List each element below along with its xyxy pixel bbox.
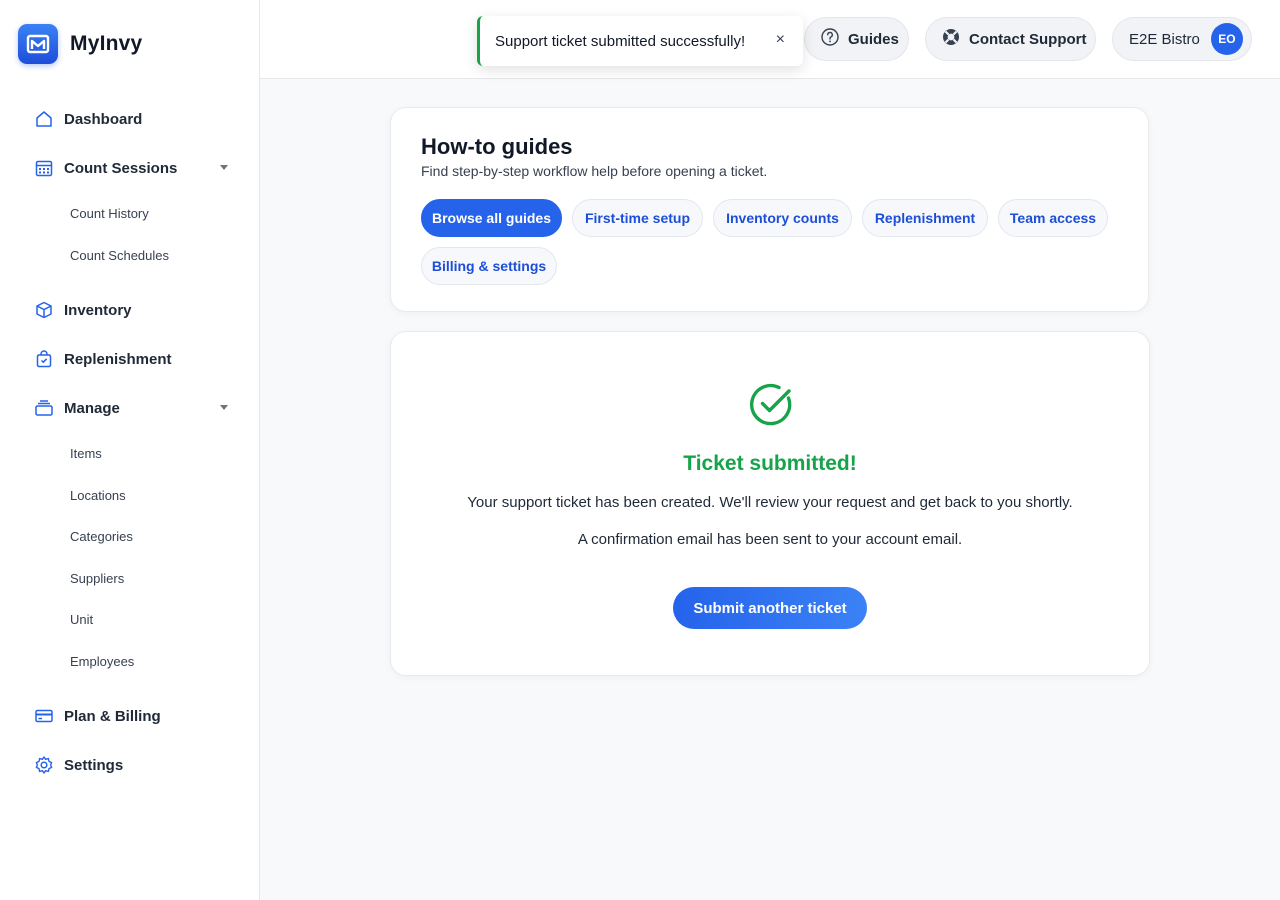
sidebar-subitem-items[interactable]: Items (70, 446, 102, 461)
email-note: A confirmation email has been sent to yo… (577, 531, 963, 548)
sidebar-item-plan-billing[interactable]: Plan & Billing (24, 700, 236, 732)
brand[interactable]: MyInvy (18, 24, 142, 64)
sidebar: MyInvy Dashboard Count Sessions Count Hi… (0, 0, 260, 900)
brand-name: MyInvy (70, 32, 143, 55)
chip-first-time-setup[interactable]: First-time setup (572, 199, 703, 237)
toast-message: Support ticket submitted successfully! (495, 32, 746, 50)
close-icon[interactable]: × (776, 31, 785, 49)
guides-button[interactable]: Guides (804, 17, 909, 61)
sidebar-item-manage[interactable]: Manage (24, 392, 236, 424)
chip-browse-all-guides[interactable]: Browse all guides (421, 199, 562, 237)
lifebuoy-icon (941, 27, 961, 51)
guides-subtitle: Find step-by-step workflow help before o… (421, 163, 768, 179)
calendar-icon (24, 158, 64, 178)
account-name: E2E Bistro (1129, 30, 1200, 48)
sidebar-item-label: Manage (64, 399, 120, 417)
confirmation-card: Ticket submitted! Your support ticket ha… (390, 331, 1150, 676)
chip-billing-settings[interactable]: Billing & settings (421, 247, 557, 285)
logo-icon (18, 24, 58, 64)
chip-inventory-counts[interactable]: Inventory counts (713, 199, 852, 237)
sidebar-subitem-categories[interactable]: Categories (70, 529, 133, 544)
guides-card: How-to guides Find step-by-step workflow… (390, 107, 1149, 312)
sidebar-item-label: Plan & Billing (64, 707, 161, 725)
credit-card-icon (24, 706, 64, 726)
sidebar-item-dashboard[interactable]: Dashboard (24, 103, 236, 135)
sidebar-subitem-suppliers[interactable]: Suppliers (70, 571, 124, 586)
help-circle-icon (820, 27, 840, 51)
guides-title: How-to guides (421, 134, 573, 159)
sidebar-item-settings[interactable]: Settings (24, 749, 236, 781)
success-title: Ticket submitted! (683, 452, 857, 475)
contact-support-label: Contact Support (969, 30, 1087, 48)
chevron-down-icon[interactable] (220, 405, 228, 410)
sidebar-item-inventory[interactable]: Inventory (24, 294, 236, 326)
avatar: EO (1210, 23, 1243, 55)
sidebar-item-label: Dashboard (64, 110, 143, 128)
sidebar-subitem-count-schedules[interactable]: Count Schedules (70, 248, 169, 263)
contact-support-button[interactable]: Contact Support (925, 17, 1096, 61)
success-message: Your support ticket has been created. We… (467, 494, 1073, 511)
sidebar-item-count-sessions[interactable]: Count Sessions (24, 152, 236, 184)
sidebar-item-label: Count Sessions (64, 159, 178, 177)
layers-icon (24, 398, 64, 418)
chip-team-access[interactable]: Team access (998, 199, 1108, 237)
sidebar-subitem-count-history[interactable]: Count History (70, 206, 149, 221)
sidebar-subitem-unit[interactable]: Unit (70, 612, 93, 627)
sidebar-item-label: Replenishment (64, 350, 172, 368)
guides-label: Guides (848, 30, 899, 48)
sidebar-item-replenishment[interactable]: Replenishment (24, 343, 236, 375)
home-icon (24, 109, 64, 129)
check-circle-icon (748, 381, 794, 432)
sidebar-item-label: Inventory (64, 301, 132, 319)
submit-another-ticket-button[interactable]: Submit another ticket (673, 587, 867, 629)
success-toast: Support ticket submitted successfully! × (477, 16, 803, 66)
account-menu[interactable]: E2E Bistro EO (1112, 17, 1252, 61)
sidebar-subitem-employees[interactable]: Employees (70, 654, 134, 669)
sidebar-subitem-locations[interactable]: Locations (70, 488, 126, 503)
chevron-down-icon[interactable] (220, 165, 228, 170)
gear-icon (24, 755, 64, 775)
box-icon (24, 300, 64, 320)
chip-replenishment[interactable]: Replenishment (862, 199, 988, 237)
shopping-bag-icon (24, 349, 64, 369)
sidebar-item-label: Settings (64, 756, 124, 774)
